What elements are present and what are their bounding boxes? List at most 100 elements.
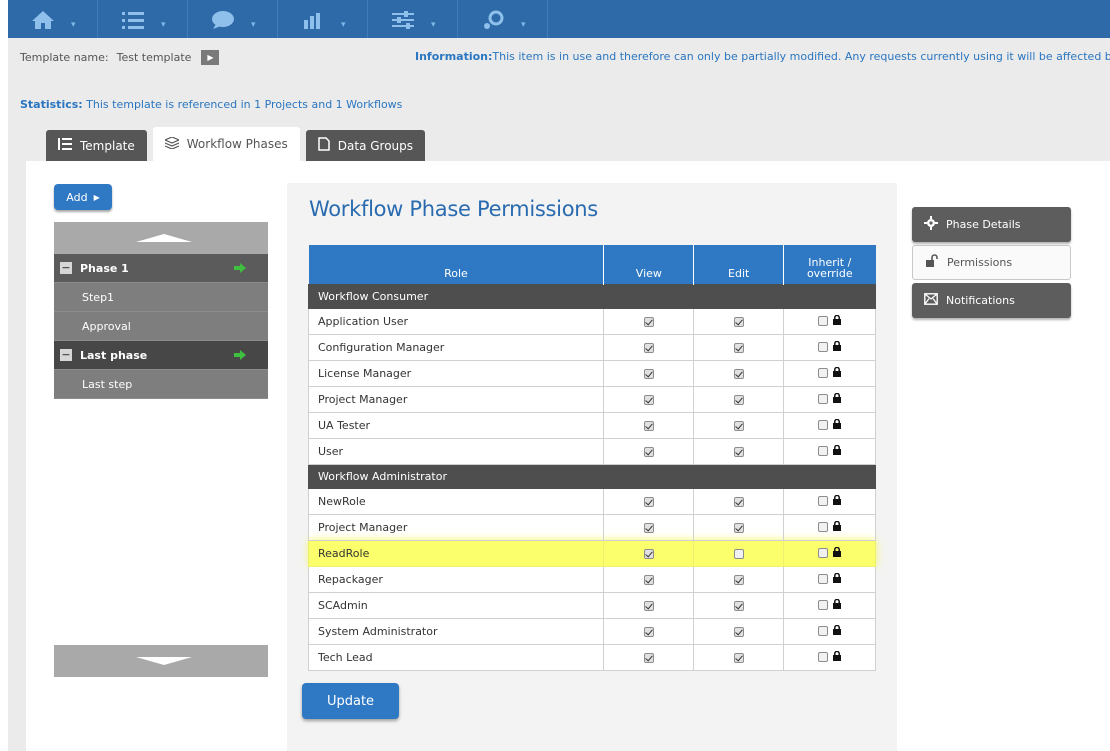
inherit-checkbox[interactable] <box>818 548 829 559</box>
green-arrow-icon <box>234 350 246 363</box>
add-button[interactable]: Add ▶ <box>54 184 112 210</box>
view-checkbox[interactable] <box>643 548 654 559</box>
inherit-checkbox[interactable] <box>818 316 829 327</box>
table-row: Configuration Manager <box>307 333 876 361</box>
view-checkbox[interactable] <box>643 342 654 353</box>
table-row: User <box>307 437 876 465</box>
role-name: Project Manager <box>307 513 605 541</box>
edit-checkbox[interactable] <box>733 574 744 585</box>
view-checkbox[interactable] <box>643 652 654 663</box>
edit-checkbox[interactable] <box>733 522 744 533</box>
inherit-checkbox[interactable] <box>818 574 829 585</box>
tree-step-approval[interactable]: Approval <box>54 312 268 341</box>
inherit-cell <box>783 539 876 567</box>
edit-checkbox[interactable] <box>733 600 744 611</box>
tab-template[interactable]: Template <box>46 130 147 161</box>
tree-phase-last-phase[interactable]: − Last phase <box>54 341 268 370</box>
inherit-checkbox[interactable] <box>818 342 829 353</box>
nav-chat[interactable]: ▾ <box>188 0 278 38</box>
inherit-checkbox[interactable] <box>818 522 829 533</box>
table-row: Project Manager <box>307 513 876 541</box>
chevron-down-icon: ▾ <box>431 20 436 30</box>
nav-reports[interactable]: ▾ <box>278 0 368 38</box>
side-nav-permissions[interactable]: Permissions <box>912 245 1071 280</box>
view-checkbox[interactable] <box>643 626 654 637</box>
inherit-checkbox[interactable] <box>818 394 829 405</box>
side-nav-label: Notifications <box>946 294 1015 307</box>
edit-checkbox[interactable] <box>733 496 744 507</box>
lock-icon <box>833 494 842 508</box>
inherit-checkbox[interactable] <box>818 600 829 611</box>
table-row: UA Tester <box>307 411 876 439</box>
view-checkbox[interactable] <box>643 368 654 379</box>
inherit-checkbox[interactable] <box>818 446 829 457</box>
edit-checkbox[interactable] <box>733 342 744 353</box>
role-name: Project Manager <box>307 385 605 413</box>
nav-list[interactable]: ▾ <box>98 0 188 38</box>
template-play-button[interactable]: ▶ <box>201 50 220 65</box>
view-cell <box>603 385 695 413</box>
nav-home[interactable]: ▾ <box>8 0 98 38</box>
edit-checkbox[interactable] <box>733 420 744 431</box>
side-nav-label: Phase Details <box>946 218 1021 231</box>
tab-data-groups[interactable]: Data Groups <box>305 130 426 161</box>
edit-checkbox[interactable] <box>733 394 744 405</box>
tab-workflow-phases[interactable]: Workflow Phases <box>152 127 300 161</box>
view-checkbox[interactable] <box>643 600 654 611</box>
edit-checkbox[interactable] <box>733 368 744 379</box>
view-checkbox[interactable] <box>643 394 654 405</box>
collapse-icon[interactable]: − <box>60 262 72 274</box>
scroll-down-button[interactable] <box>54 645 268 677</box>
view-checkbox[interactable] <box>643 446 654 457</box>
view-checkbox[interactable] <box>643 522 654 533</box>
inherit-cell <box>783 565 876 593</box>
view-checkbox[interactable] <box>643 496 654 507</box>
side-nav-phase-details[interactable]: Phase Details <box>912 207 1071 242</box>
lock-icon <box>833 444 842 458</box>
edit-cell <box>693 411 785 439</box>
nav-settings[interactable]: ▾ <box>368 0 458 38</box>
phase-side-navigation: Phase Details Permissions Notifications <box>912 207 1071 321</box>
play-icon: ▶ <box>207 53 214 62</box>
view-checkbox[interactable] <box>643 420 654 431</box>
edit-checkbox[interactable] <box>733 652 744 663</box>
sliders-icon <box>390 10 416 30</box>
tree-step-last-step[interactable]: Last step <box>54 370 268 399</box>
tree-step-label: Last step <box>82 377 133 391</box>
edit-checkbox[interactable] <box>733 446 744 457</box>
table-row: System Administrator <box>307 617 876 645</box>
nav-admin[interactable]: ▾ <box>458 0 548 38</box>
phase-tree: − Phase 1 Step1 Approval − Last phase La… <box>54 222 268 399</box>
tree-step-label: Step1 <box>82 290 115 304</box>
statistics-text: This template is referenced in 1 Project… <box>82 98 403 111</box>
scroll-up-button[interactable] <box>54 222 268 254</box>
view-checkbox[interactable] <box>643 574 654 585</box>
inherit-checkbox[interactable] <box>818 652 829 663</box>
table-row: Application User <box>307 307 876 335</box>
table-row: NewRole <box>307 487 876 515</box>
document-icon <box>318 137 330 154</box>
tree-step-step1[interactable]: Step1 <box>54 283 268 312</box>
collapse-icon[interactable]: − <box>60 349 72 361</box>
inherit-checkbox[interactable] <box>818 368 829 379</box>
inherit-checkbox[interactable] <box>818 420 829 431</box>
view-checkbox[interactable] <box>643 316 654 327</box>
edit-checkbox[interactable] <box>733 316 744 327</box>
side-nav-notifications[interactable]: Notifications <box>912 283 1071 318</box>
inherit-checkbox[interactable] <box>818 496 829 507</box>
lock-icon <box>833 392 842 406</box>
column-header-view: View <box>603 245 695 284</box>
inherit-checkbox[interactable] <box>818 626 829 637</box>
tree-phase-1[interactable]: − Phase 1 <box>54 254 268 283</box>
add-button-label: Add <box>66 190 88 204</box>
panel-title: Workflow Phase Permissions <box>309 197 598 221</box>
inherit-cell <box>783 487 876 515</box>
role-name: User <box>307 437 605 465</box>
update-button[interactable]: Update <box>302 683 399 719</box>
edit-checkbox[interactable] <box>733 548 744 559</box>
list-icon <box>120 10 146 30</box>
statistics-label: Statistics: <box>20 98 83 111</box>
edit-cell <box>693 591 785 619</box>
role-name: System Administrator <box>307 617 605 645</box>
edit-checkbox[interactable] <box>733 626 744 637</box>
